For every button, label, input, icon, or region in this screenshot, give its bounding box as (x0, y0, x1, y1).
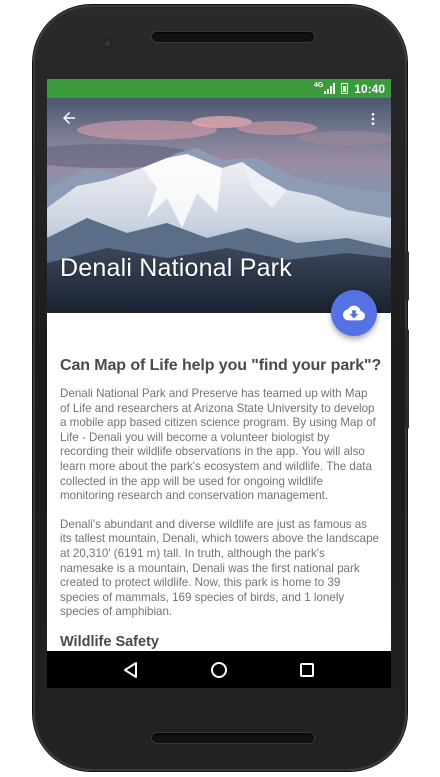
nav-home-icon[interactable] (199, 655, 239, 685)
download-button[interactable] (331, 290, 377, 336)
article-paragraph-1: Denali National Park and Preserve has te… (60, 387, 376, 503)
park-title: Denali National Park (60, 254, 292, 282)
nav-back-icon[interactable] (111, 655, 151, 685)
cloud-download-icon (343, 305, 365, 321)
wildlife-safety-heading: Wildlife Safety (60, 633, 159, 650)
nav-recents-icon[interactable] (287, 655, 327, 685)
article-content: Can Map of Life help you "find your park… (60, 357, 382, 650)
battery-icon (341, 83, 349, 94)
article-heading: Can Map of Life help you "find your park… (60, 357, 382, 374)
power-button (405, 251, 409, 301)
volume-button (405, 329, 409, 429)
article-paragraph-2: Denali's abundant and diverse wildlife a… (60, 517, 380, 619)
signal-icon (324, 83, 336, 94)
navigation-bar (47, 651, 391, 688)
bottom-speaker (152, 733, 314, 743)
front-camera (103, 39, 112, 48)
screen: 4G 10:40 Denali National Park Can Map of… (47, 79, 391, 688)
top-speaker (152, 32, 314, 42)
status-time: 10:40 (354, 81, 385, 96)
status-bar: 4G 10:40 (47, 79, 391, 98)
network-type: 4G (313, 82, 324, 89)
hero-header: Denali National Park (47, 98, 391, 313)
